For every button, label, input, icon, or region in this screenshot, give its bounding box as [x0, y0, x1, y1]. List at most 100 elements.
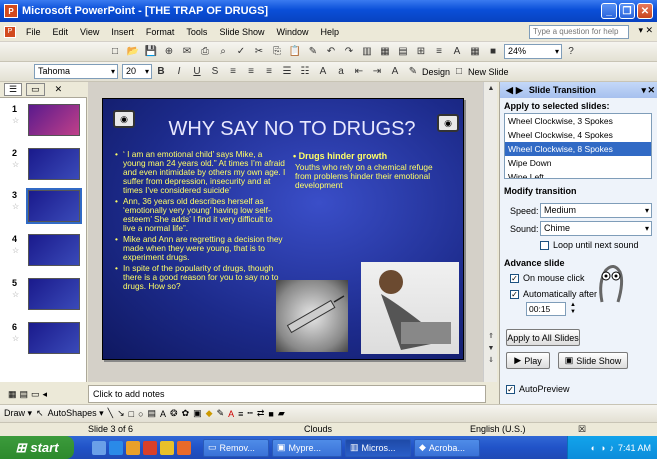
quicklaunch-icon[interactable] — [92, 440, 106, 455]
autopreview-check-box[interactable]: ✓ — [506, 385, 515, 395]
prev-slide-icon[interactable]: ⇑ — [484, 330, 498, 342]
restore-button[interactable]: ❐ — [619, 3, 635, 19]
font-select[interactable]: Tahoma — [34, 64, 118, 79]
dash-style-icon[interactable]: ┅ — [247, 408, 252, 419]
menu-help[interactable]: Help — [314, 27, 345, 37]
print-icon[interactable]: ⎙ — [198, 45, 212, 59]
new-icon[interactable]: □ — [108, 45, 122, 59]
tables-borders-icon[interactable]: ▤ — [396, 45, 410, 59]
arrow-style-icon[interactable]: ⇄ — [257, 408, 265, 419]
fill-color-icon[interactable]: ◆ — [206, 408, 213, 419]
align-center-icon[interactable]: ≡ — [244, 65, 258, 79]
line-color-icon[interactable]: ✎ — [217, 408, 225, 419]
diagram-icon[interactable]: ❂ — [170, 408, 178, 419]
rectangle-icon[interactable]: □ — [129, 409, 134, 419]
tray-icon[interactable]: ◑ — [600, 443, 605, 453]
quicklaunch-icon[interactable] — [126, 440, 140, 455]
document-icon[interactable]: P — [4, 25, 16, 38]
menu-view[interactable]: View — [74, 27, 105, 37]
paste-icon[interactable]: 📋 — [288, 45, 302, 59]
time-spinner-icon[interactable]: ▲ ▼ — [568, 302, 578, 316]
side-text[interactable]: Youths who rely on a chemical refuge fro… — [295, 163, 445, 190]
oval-icon[interactable]: ○ — [138, 409, 143, 419]
slide-thumbnail[interactable] — [28, 104, 80, 136]
apply-all-button[interactable]: Apply to All Slides — [506, 329, 580, 346]
menu-window[interactable]: Window — [270, 27, 314, 37]
quicklaunch-icon[interactable] — [143, 440, 157, 455]
normal-view-icon[interactable]: ▦ — [8, 389, 17, 400]
menu-insert[interactable]: Insert — [105, 27, 140, 37]
grid-icon[interactable]: ▦ — [468, 45, 482, 59]
slide-vertical-scrollbar[interactable]: ▲ ⇑ ▼ ⇓ — [483, 82, 497, 382]
slide-thumb-row[interactable]: 2 ☆ — [0, 148, 87, 190]
slide-bullet-list[interactable]: ‘ I am an emotional child’ says Mike, a … — [115, 150, 287, 293]
speed-select[interactable]: Medium — [540, 203, 652, 218]
auto-time-input[interactable]: 00:15 — [526, 302, 566, 316]
transition-option[interactable]: Wheel Clockwise, 4 Spokes — [505, 128, 651, 142]
slide-thumb-row[interactable]: 5 ☆ — [0, 278, 87, 320]
syringe-photo[interactable] — [276, 280, 348, 352]
align-right-icon[interactable]: ≡ — [262, 65, 276, 79]
on-click-check-box[interactable]: ✓ — [510, 274, 519, 284]
taskbar-item[interactable]: ◆ Acroba... — [414, 438, 480, 457]
quicklaunch-icon[interactable] — [160, 440, 174, 455]
increase-font-icon[interactable]: A — [316, 65, 330, 79]
font-size-select[interactable]: 20 — [122, 64, 152, 79]
line-style-icon[interactable]: ≡ — [238, 409, 243, 419]
sorter-view-icon[interactable]: ▤ — [20, 389, 29, 400]
loop-checkbox[interactable]: Loop until next sound — [540, 240, 639, 251]
autopreview-checkbox[interactable]: ✓ AutoPreview — [506, 384, 570, 395]
office-assistant-icon[interactable] — [592, 262, 630, 306]
close-button[interactable]: ✕ — [637, 3, 653, 19]
slide-canvas[interactable]: ◉ ◉ WHY SAY NO TO DRUGS? ‘ I am an emoti… — [102, 98, 464, 360]
scroll-down-icon[interactable]: ▼ — [484, 342, 498, 354]
scroll-up-icon[interactable]: ▲ — [484, 82, 498, 94]
close-doc-icon[interactable]: ✕ — [645, 25, 653, 36]
transition-option[interactable]: Wheel Clockwise, 3 Spokes — [505, 114, 651, 128]
slide-thumbnail-selected[interactable] — [26, 188, 82, 224]
autoshapes-menu[interactable]: AutoShapes ▾ — [48, 408, 104, 419]
forward-icon[interactable]: ▶ — [516, 85, 523, 96]
increase-indent-icon[interactable]: ⇥ — [370, 65, 384, 79]
chart-icon[interactable]: ▥ — [360, 45, 374, 59]
spelling-icon[interactable]: ✓ — [234, 45, 248, 59]
format-painter-icon[interactable]: ✎ — [306, 45, 320, 59]
taskbar-item-active[interactable]: ▥ Micros... — [345, 438, 411, 457]
align-left-icon[interactable]: ≡ — [226, 65, 240, 79]
new-slide-small-icon[interactable]: □ — [452, 65, 466, 79]
start-button[interactable]: ⊞ start — [0, 436, 74, 459]
person-photo[interactable] — [361, 262, 459, 354]
table-icon[interactable]: ▦ — [378, 45, 392, 59]
wordart-icon[interactable]: A — [160, 409, 166, 419]
notes-pane[interactable]: Click to add notes — [88, 385, 486, 403]
transition-option[interactable]: Wipe Down — [505, 156, 651, 170]
slide-thumb-row[interactable]: 6 ☆ — [0, 322, 87, 364]
design-button[interactable]: Design — [422, 67, 450, 77]
print-preview-icon[interactable]: ⌕ — [216, 45, 230, 59]
sound-select[interactable]: Chime — [540, 221, 652, 236]
transition-list[interactable]: Wheel Clockwise, 3 Spokes Wheel Clockwis… — [504, 113, 652, 179]
new-slide-icon[interactable]: ⊞ — [414, 45, 428, 59]
transition-option-selected[interactable]: Wheel Clockwise, 8 Spokes — [505, 142, 651, 156]
arrow-icon[interactable]: ↘ — [117, 408, 125, 419]
taskbar-item[interactable]: ▭ Remov... — [203, 438, 269, 457]
italic-icon[interactable]: I — [172, 65, 186, 79]
underline-icon[interactable]: U — [190, 65, 204, 79]
auto-check-box[interactable]: ✓ — [510, 290, 519, 300]
permission-icon[interactable]: ⊕ — [162, 45, 176, 59]
decrease-font-icon[interactable]: a — [334, 65, 348, 79]
quicklaunch-icon[interactable] — [177, 440, 191, 455]
task-pane-close-icon[interactable]: ✕ — [647, 85, 655, 96]
decrease-indent-icon[interactable]: ⇤ — [352, 65, 366, 79]
open-icon[interactable]: 📂 — [126, 45, 140, 59]
select-pointer-icon[interactable]: ↖ — [36, 408, 44, 419]
slide-thumbnail[interactable] — [28, 234, 80, 266]
side-heading[interactable]: • Drugs hinder growth — [293, 151, 387, 161]
back-icon[interactable]: ◀ — [506, 85, 513, 96]
slideshow-button[interactable]: ▣ Slide Show — [558, 352, 628, 369]
draw-menu[interactable]: Draw ▾ — [4, 408, 32, 419]
font-color-draw-icon[interactable]: A — [228, 409, 234, 419]
help-search-input[interactable]: Type a question for help — [529, 25, 629, 39]
redo-icon[interactable]: ↷ — [342, 45, 356, 59]
on-click-checkbox[interactable]: ✓ On mouse click — [510, 273, 585, 284]
